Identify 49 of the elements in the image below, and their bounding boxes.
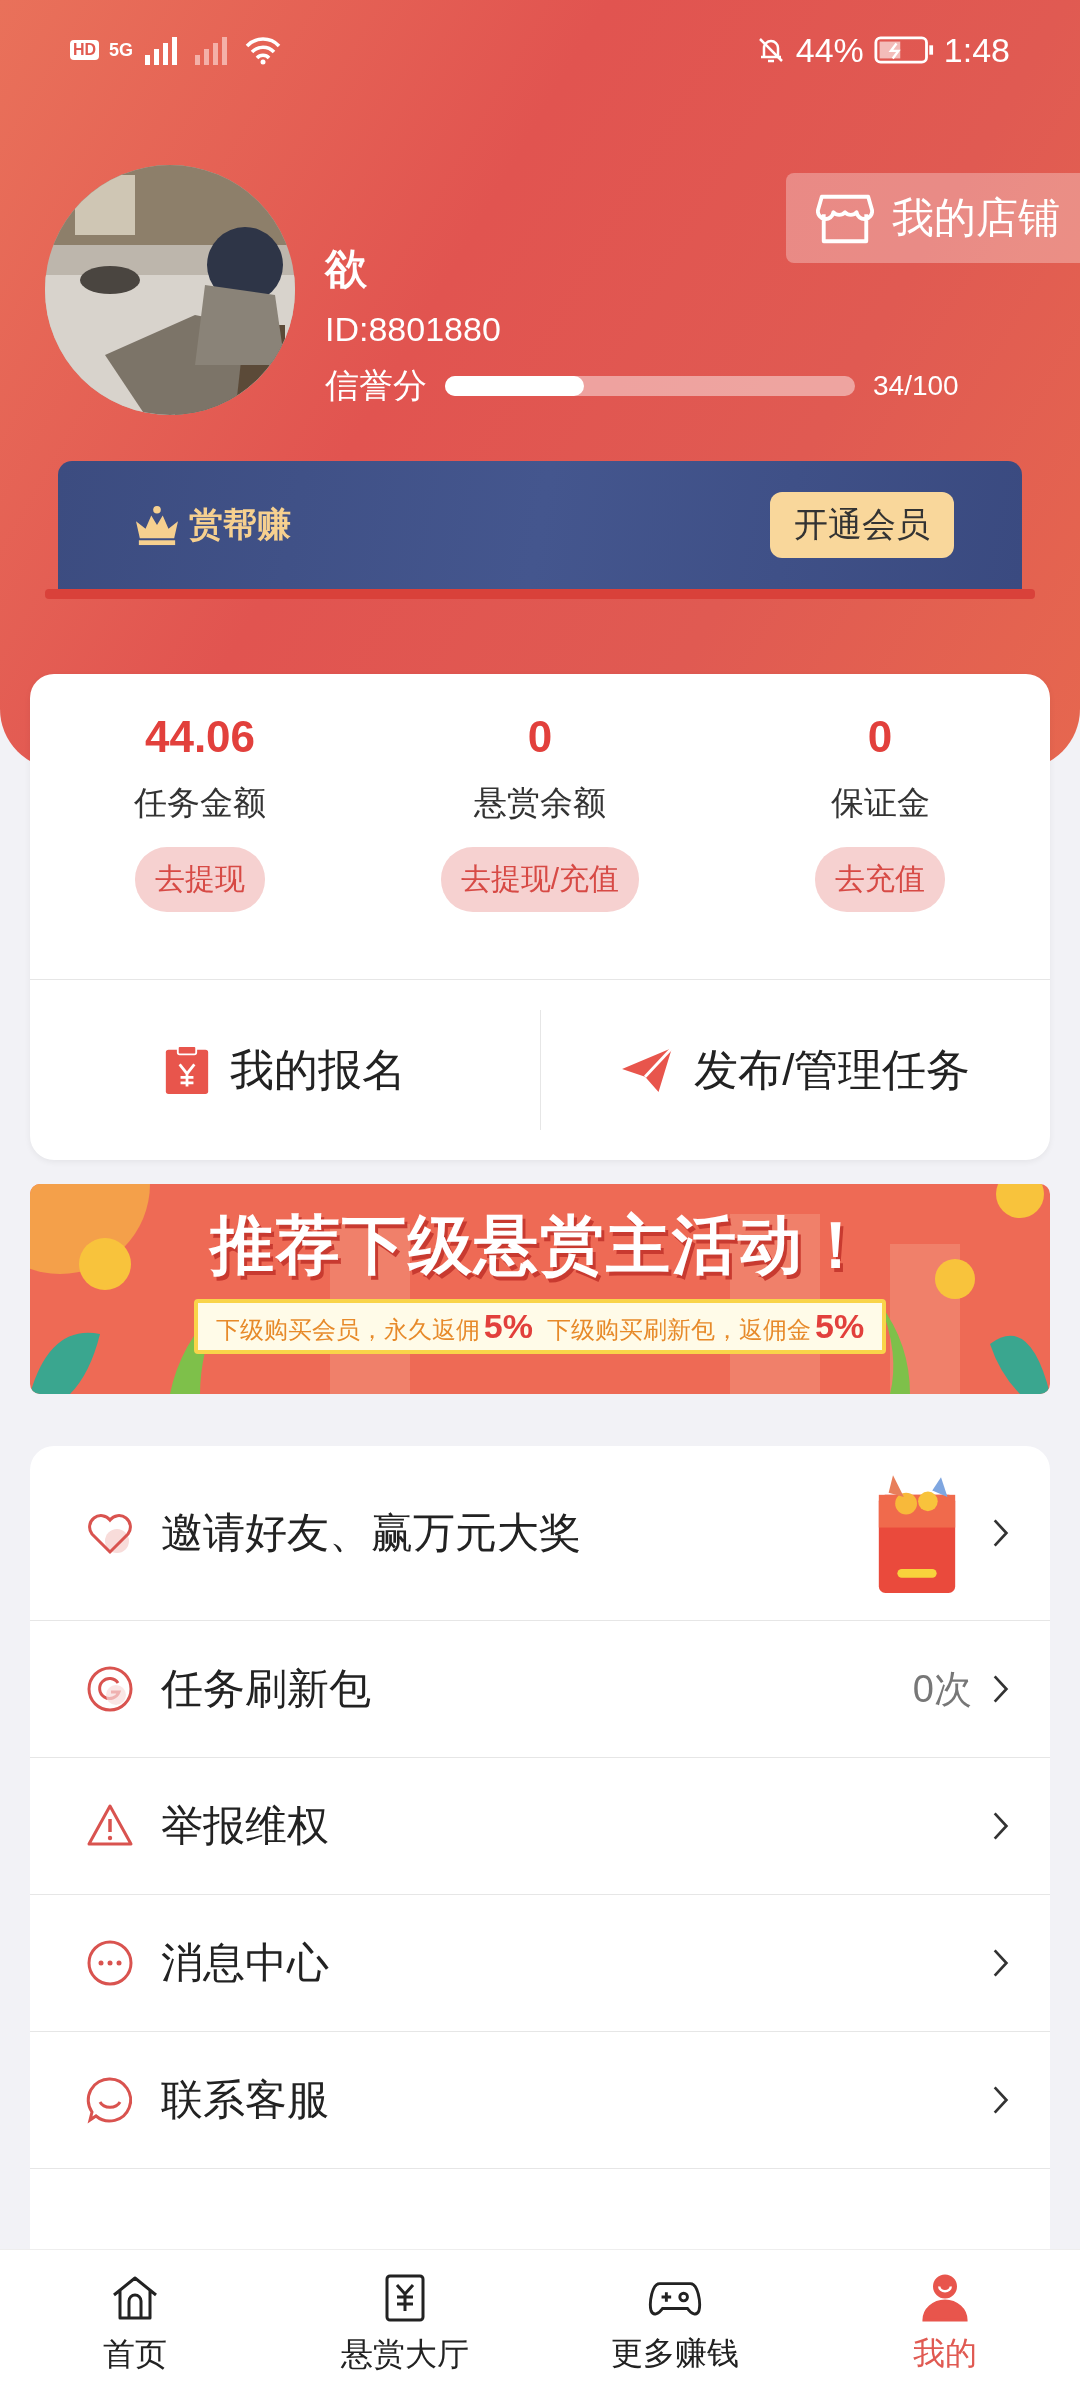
nav-tab[interactable]: 我的 xyxy=(810,2250,1080,2400)
promo-banner[interactable]: 推荐下级悬赏主活动！ 下级购买会员，永久返佣 5% 下级购买刷新包，返佣金 5% xyxy=(30,1184,1050,1394)
chevron-right-icon xyxy=(992,1810,1010,1842)
stat-label: 保证金 xyxy=(830,783,930,823)
banner-offer: 下级购买刷新包，返佣金 5% xyxy=(547,1307,865,1346)
open-membership-button[interactable]: 开通会员 xyxy=(770,492,954,558)
paper-plane-icon xyxy=(620,1046,675,1094)
menu-item[interactable]: 任务刷新包 0次 xyxy=(30,1621,1050,1758)
shortcut-button[interactable]: 发布/管理任务 xyxy=(540,980,1050,1160)
credit-score: 34/100 xyxy=(873,370,959,402)
battery-icon xyxy=(873,35,934,65)
crown-icon xyxy=(133,504,181,546)
clock: 1:48 xyxy=(943,30,1010,70)
menu-value: 0次 xyxy=(912,1666,972,1712)
stat-value: 0 xyxy=(527,711,553,763)
menu-item[interactable]: 邀请好友、赢万元大奖 xyxy=(30,1446,1050,1621)
smile-chat-icon xyxy=(85,2075,135,2125)
battery-percent: 44% xyxy=(795,30,864,70)
chevron-right-icon xyxy=(992,2084,1010,2116)
banner-title: 推荐下级悬赏主活动！ xyxy=(210,1208,870,1283)
stat-value: 0 xyxy=(867,711,893,763)
chevron-right-icon xyxy=(992,1673,1010,1705)
banner-offer: 下级购买会员，永久返佣 5% xyxy=(215,1307,533,1346)
credit-label: 信誉分 xyxy=(325,365,427,406)
message-icon xyxy=(85,1938,135,1988)
nav-tab[interactable]: 悬赏大厅 xyxy=(270,2250,540,2400)
stat-value: 44.06 xyxy=(144,711,256,763)
chevron-right-icon xyxy=(992,1517,1010,1549)
clipboard-icon xyxy=(163,1044,210,1096)
menu-label: 邀请好友、赢万元大奖 xyxy=(161,1508,582,1558)
menu-item[interactable]: 消息中心 xyxy=(30,1895,1050,2032)
shortcut-button[interactable]: 我的报名 xyxy=(30,980,540,1160)
user-name: 欲 xyxy=(325,244,368,294)
stat-label: 悬赏余额 xyxy=(474,783,606,823)
nav-tab[interactable]: 首页 xyxy=(0,2250,270,2400)
menu-item[interactable]: 联系客服 xyxy=(30,2032,1050,2169)
refresh-icon xyxy=(85,1664,135,1714)
network-label: 5G xyxy=(109,39,134,61)
stat-label: 任务金额 xyxy=(134,783,266,823)
menu-label: 任务刷新包 xyxy=(161,1664,372,1714)
vip-title: 赏帮赚 xyxy=(189,504,291,545)
menu-label: 联系客服 xyxy=(161,2075,330,2125)
chevron-right-icon xyxy=(992,1947,1010,1979)
user-id: ID:8801880 xyxy=(325,309,502,350)
nav-tab[interactable]: 更多赚钱 xyxy=(540,2250,810,2400)
menu-label: 消息中心 xyxy=(161,1938,330,1988)
menu-label: 举报维权 xyxy=(161,1801,330,1851)
menu-item[interactable]: 举报维权 xyxy=(30,1758,1050,1895)
hd-label: HD xyxy=(70,40,100,60)
